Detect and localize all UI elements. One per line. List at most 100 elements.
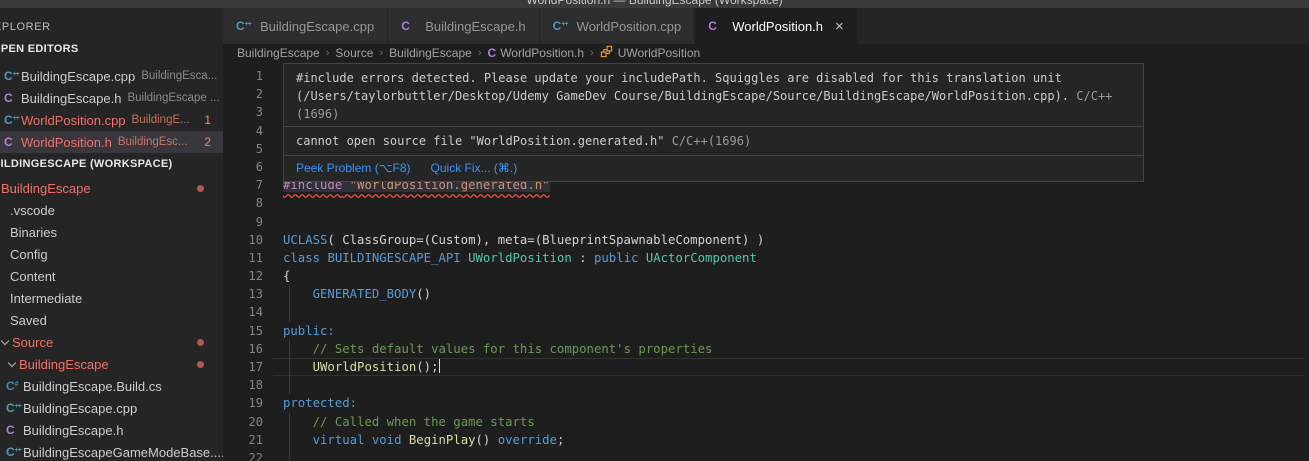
line-number: 18 <box>248 378 263 393</box>
line-number: 4 <box>255 123 263 138</box>
tree-item-buildingescapegamemodebase[interactable]: C++ BuildingEscapeGameModeBase.... <box>0 441 223 461</box>
explorer-title: EXPLORER <box>0 21 51 33</box>
code-line-8[interactable]: 8 <box>223 194 1309 212</box>
folder-name: Binaries <box>10 224 57 240</box>
cs-file-icon: C# <box>6 379 19 393</box>
line-content: protected: <box>283 396 358 411</box>
h-file-icon: C <box>487 46 497 60</box>
cpp-file-icon: C++ <box>4 69 20 83</box>
cpp-file-icon: C++ <box>552 19 569 33</box>
class-symbol-icon <box>600 45 613 61</box>
error-hover-popup: #include errors detected. Please update … <box>283 63 1144 182</box>
file-path: BuildingEscape ... <box>127 92 220 104</box>
peek-problem-link[interactable]: Peek Problem (⌥F8) <box>296 159 411 177</box>
file-name: WorldPosition.h <box>21 134 112 150</box>
code-line-15[interactable]: 15 public: <box>223 322 1309 340</box>
breadcrumb-item-buildingescape[interactable]: BuildingEscape <box>389 46 472 60</box>
code-editor[interactable]: 1 2 3 4 5 6 7 #include "WorldPosition.generated… <box>223 62 1309 461</box>
code-line-13[interactable]: 13 GENERATED_BODY() <box>223 285 1309 304</box>
line-content: public: <box>283 323 335 338</box>
tab-buildingescape-h[interactable]: C BuildingEscape.h <box>388 8 540 44</box>
tree-item-intermediate[interactable]: Intermediate <box>0 287 223 309</box>
tree-item-buildingescape-h[interactable]: C BuildingEscape.h <box>0 419 223 441</box>
code-line-16[interactable]: 16 // Sets default values for this compo… <box>223 339 1309 358</box>
tree-item-vscode[interactable]: .vscode <box>0 199 223 221</box>
file-name: BuildingEscape.h <box>21 90 122 106</box>
popup-message-line-2: (/Users/taylorbuttler/Desktop/Udemy Game… <box>296 89 1113 103</box>
code-line-11[interactable]: 11 class BUILDINGESCAPE_API UWorldPositio… <box>223 249 1309 267</box>
error-count-badge: 2 <box>204 135 211 149</box>
text-cursor <box>438 359 440 373</box>
error-dot-indicator <box>197 185 204 192</box>
code-line-12[interactable]: 12 { <box>223 267 1309 285</box>
breadcrumb-label: UWorldPosition <box>617 46 701 60</box>
cpp-file-icon: C++ <box>6 445 22 459</box>
tree-item-config[interactable]: Config <box>0 243 223 265</box>
line-number: 5 <box>255 141 263 156</box>
chevron-down-icon <box>7 359 17 369</box>
breadcrumb-label: BuildingEscape <box>389 46 472 60</box>
open-editors-list: C++ BuildingEscape.cpp BuildingEsca... C Bui… <box>0 65 223 153</box>
file-tree: BuildingEscape .vscode Binaries Config Conte… <box>0 177 223 461</box>
open-editor-item-buildingescape-h[interactable]: C BuildingEscape.h BuildingEscape ... <box>0 87 223 109</box>
code-line-17[interactable]: 17 UWorldPosition(); <box>223 358 1309 377</box>
line-number: 14 <box>248 305 263 320</box>
breadcrumb-item-source[interactable]: Source <box>335 46 373 60</box>
code-line-10[interactable]: 10 UCLASS( ClassGroup=(Custom), meta=(Blu… <box>223 231 1309 249</box>
code-line-14[interactable]: 14 <box>223 303 1309 322</box>
line-number: 1 <box>255 69 263 83</box>
open-editor-item-worldposition-h[interactable]: C WorldPosition.h BuildingEsc... 2 <box>0 131 223 153</box>
line-content: UCLASS( ClassGroup=(Custom), meta=(Bluep… <box>283 232 765 247</box>
breadcrumb: BuildingEscape › Source › BuildingEscape › C Wo… <box>223 44 1309 62</box>
breadcrumb-item-buildingescape[interactable]: BuildingEscape <box>237 46 320 60</box>
tree-item-buildingescape[interactable]: BuildingEscape <box>0 353 223 375</box>
tree-item-saved[interactable]: Saved <box>0 309 223 331</box>
tree-item-buildingescape[interactable]: BuildingEscape <box>0 177 223 199</box>
workspace-header[interactable]: BUILDINGESCAPE (WORKSPACE) <box>0 158 173 170</box>
line-number: 13 <box>248 287 263 302</box>
folder-name: Intermediate <box>10 290 83 306</box>
tree-item-buildingescape-build-cs[interactable]: C# BuildingEscape.Build.cs <box>0 375 223 397</box>
line-content: { <box>283 269 291 284</box>
line-content: // Sets default values for this componen… <box>312 341 713 356</box>
tab-bar: C++ BuildingEscape.cpp C BuildingEscape.h C+… <box>223 8 1309 44</box>
open-editor-item-buildingescape-cpp[interactable]: C++ BuildingEscape.cpp BuildingEsca... <box>0 65 223 87</box>
indent-guide <box>289 448 290 461</box>
line-number: 22 <box>248 450 263 461</box>
tab-label: BuildingEscape.cpp <box>260 18 375 34</box>
tree-item-buildingescape-cpp[interactable]: C++ BuildingEscape.cpp <box>0 397 223 419</box>
tab-worldposition-cpp[interactable]: C++ WorldPosition.cpp <box>539 8 696 44</box>
breadcrumb-separator: › <box>325 47 330 59</box>
close-icon[interactable]: × <box>835 19 844 34</box>
open-editor-item-worldposition-cpp[interactable]: C++ WorldPosition.cpp BuildingE... 1 <box>0 109 223 131</box>
quick-fix-link[interactable]: Quick Fix... (⌘.) <box>431 159 518 177</box>
code-line-22[interactable]: 22 <box>223 448 1309 461</box>
tab-buildingescape-cpp[interactable]: C++ BuildingEscape.cpp <box>223 8 389 44</box>
line-number: 19 <box>248 396 263 411</box>
tab-worldposition-h[interactable]: C WorldPosition.h × <box>695 8 858 44</box>
code-line-18[interactable]: 18 <box>223 376 1309 395</box>
folder-name: Saved <box>10 312 47 328</box>
code-line-9[interactable]: 9 <box>223 213 1309 231</box>
breadcrumb-label: WorldPosition.h <box>500 46 585 60</box>
h-file-icon: C <box>4 135 13 149</box>
line-content: virtual void BeginPlay() override; <box>312 432 565 447</box>
file-path: BuildingEsc... <box>117 136 188 148</box>
code-line-19[interactable]: 19 protected: <box>223 394 1309 412</box>
tree-item-content[interactable]: Content <box>0 265 223 287</box>
breadcrumb-item-uworldposition[interactable]: UWorldPosition <box>600 45 700 61</box>
file-path: BuildingE... <box>131 114 190 126</box>
file-name: BuildingEscape.h <box>23 422 124 438</box>
line-number: 11 <box>248 250 263 265</box>
breadcrumb-item-worldposition-h[interactable]: C WorldPosition.h <box>488 46 585 60</box>
code-line-21[interactable]: 21 virtual void BeginPlay() override; <box>223 430 1309 449</box>
breadcrumb-label: BuildingEscape <box>237 46 320 60</box>
open-editors-header[interactable]: OPEN EDITORS <box>0 43 79 55</box>
popup-message-line-1: #include errors detected. Please update … <box>296 71 1062 85</box>
tree-item-binaries[interactable]: Binaries <box>0 221 223 243</box>
code-line-20[interactable]: 20 // Called when the game starts <box>223 412 1309 431</box>
error-dot-indicator <box>197 339 204 346</box>
line-number: 8 <box>255 196 263 211</box>
breadcrumb-separator: › <box>379 47 384 59</box>
tree-item-source[interactable]: Source <box>0 331 223 353</box>
